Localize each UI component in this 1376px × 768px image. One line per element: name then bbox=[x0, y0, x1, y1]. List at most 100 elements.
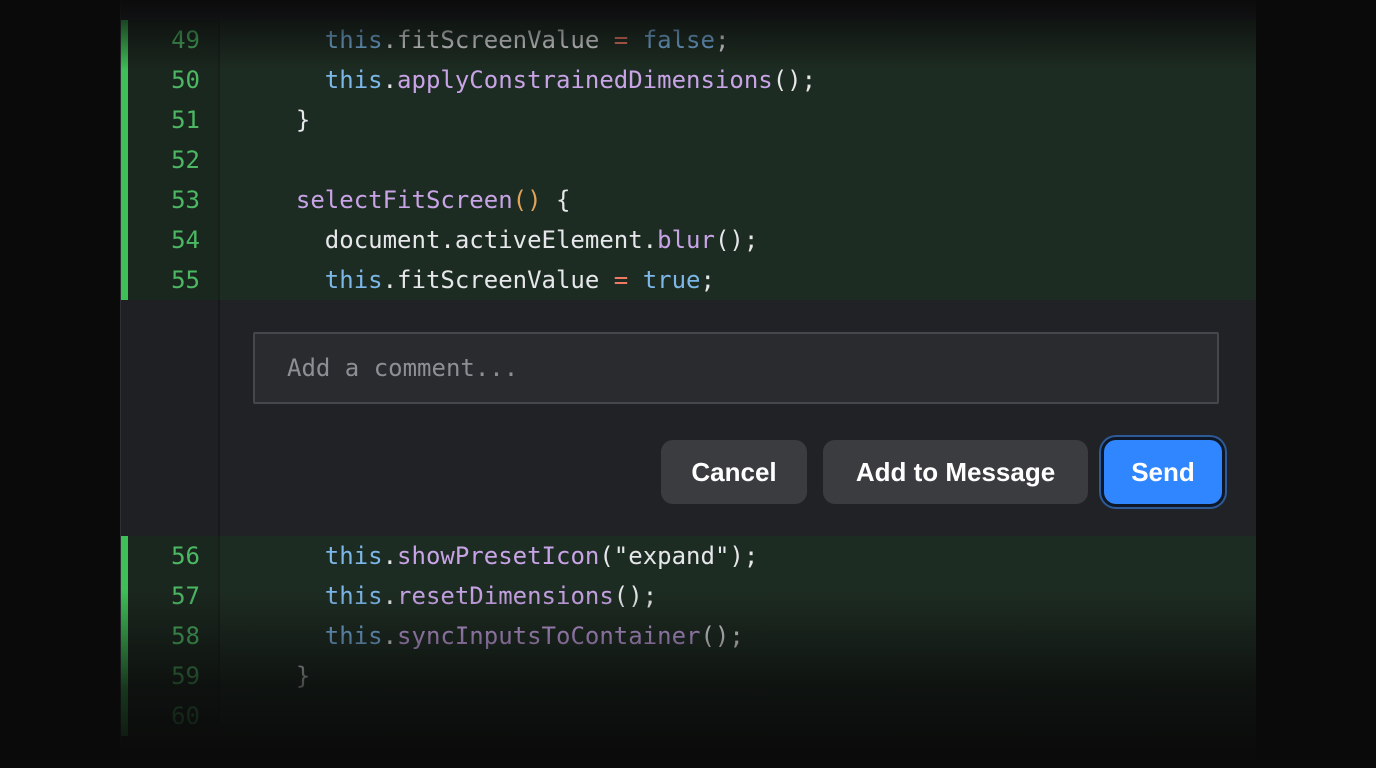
code-text: this.syncInputsToContainer(); bbox=[267, 616, 744, 656]
code-token: syncInputsToContainer bbox=[397, 622, 701, 650]
code-token: } bbox=[267, 106, 311, 134]
code-line: 55 this.fitScreenValue = true; bbox=[121, 260, 1257, 300]
comment-input[interactable] bbox=[253, 332, 1219, 404]
added-line-marker bbox=[121, 180, 128, 220]
code-line: 56 this.showPresetIcon("expand"); bbox=[121, 536, 1257, 576]
code-token: () bbox=[512, 186, 542, 214]
added-line-marker bbox=[121, 60, 128, 100]
line-number: 49 bbox=[171, 26, 200, 54]
code-line: 50 this.applyConstrainedDimensions(); bbox=[121, 60, 1257, 100]
code-text: this.applyConstrainedDimensions(); bbox=[267, 60, 816, 100]
line-number: 58 bbox=[171, 622, 200, 650]
left-dark-margin bbox=[0, 0, 120, 768]
code-token: showPresetIcon bbox=[397, 542, 600, 570]
code-line: 49 this.fitScreenValue = false; bbox=[121, 20, 1257, 60]
code-line: 58 this.syncInputsToContainer(); bbox=[121, 616, 1257, 656]
code-token: . bbox=[382, 542, 398, 570]
code-token: selectFitScreen bbox=[295, 186, 513, 214]
code-text: } bbox=[267, 100, 310, 140]
added-line-marker bbox=[121, 20, 128, 60]
added-line-marker bbox=[121, 656, 128, 696]
add-to-message-button[interactable]: Add to Message bbox=[823, 440, 1088, 504]
code-block-after-comment: 56 this.showPresetIcon("expand"); 57 this… bbox=[121, 536, 1257, 736]
code-text: document.activeElement.blur(); bbox=[267, 220, 759, 260]
code-token: this bbox=[324, 26, 383, 54]
line-number: 59 bbox=[171, 662, 200, 690]
code-token: blur bbox=[657, 226, 715, 254]
code-token: (); bbox=[613, 582, 658, 610]
code-token: .fitScreenValue bbox=[382, 266, 614, 294]
added-line-marker bbox=[121, 220, 128, 260]
right-dark-margin bbox=[1256, 0, 1376, 768]
code-token: . bbox=[382, 582, 398, 610]
send-button[interactable]: Send bbox=[1104, 440, 1222, 504]
added-line-marker bbox=[121, 140, 128, 180]
added-line-marker bbox=[121, 536, 128, 576]
code-token: document.activeElement. bbox=[267, 226, 658, 254]
code-text: this.fitScreenValue = true; bbox=[267, 260, 715, 300]
code-token: } bbox=[267, 662, 311, 690]
code-token: . bbox=[382, 66, 398, 94]
code-token: ; bbox=[700, 266, 715, 294]
code-text: this.fitScreenValue = false; bbox=[267, 20, 730, 60]
cancel-button[interactable]: Cancel bbox=[661, 440, 807, 504]
code-token: ("expand"); bbox=[599, 542, 759, 570]
code-line: 57 this.resetDimensions(); bbox=[121, 576, 1257, 616]
code-token: = bbox=[613, 26, 629, 54]
line-number: 54 bbox=[171, 226, 200, 254]
code-token: .fitScreenValue bbox=[382, 26, 614, 54]
code-token: = bbox=[613, 266, 629, 294]
code-editor: 49 this.fitScreenValue = false; 50 this.a… bbox=[120, 0, 1258, 768]
code-text: this.showPresetIcon("expand"); bbox=[267, 536, 759, 576]
added-line-marker bbox=[121, 616, 128, 656]
code-text: selectFitScreen() { bbox=[267, 180, 571, 220]
code-line: 51 } bbox=[121, 100, 1257, 140]
code-line: 53 selectFitScreen() { bbox=[121, 180, 1257, 220]
code-block-before-comment: 49 this.fitScreenValue = false; 50 this.a… bbox=[121, 20, 1257, 300]
added-line-marker bbox=[121, 576, 128, 616]
line-number: 52 bbox=[171, 146, 200, 174]
code-line: 52 bbox=[121, 140, 1257, 180]
code-token: { bbox=[541, 186, 571, 214]
comment-panel-gutter bbox=[121, 300, 220, 536]
code-token: (); bbox=[714, 226, 759, 254]
code-text: this.resetDimensions(); bbox=[267, 576, 657, 616]
code-line: 60 bbox=[121, 696, 1257, 736]
code-token: this bbox=[324, 622, 383, 650]
code-line: 59 } bbox=[121, 656, 1257, 696]
code-token: this bbox=[324, 66, 383, 94]
code-token: this bbox=[324, 266, 383, 294]
added-line-marker bbox=[121, 696, 128, 736]
code-token: . bbox=[382, 622, 398, 650]
inline-comment-panel: Cancel Add to Message Send bbox=[121, 300, 1257, 536]
line-number: 50 bbox=[171, 66, 200, 94]
code-token: this bbox=[324, 542, 383, 570]
code-line: 54 document.activeElement.blur(); bbox=[121, 220, 1257, 260]
code-text: } bbox=[267, 656, 310, 696]
code-token: this bbox=[324, 582, 383, 610]
code-token: (); bbox=[772, 66, 817, 94]
code-token: false bbox=[642, 26, 715, 54]
line-number: 56 bbox=[171, 542, 200, 570]
line-number: 57 bbox=[171, 582, 200, 610]
line-number: 51 bbox=[171, 106, 200, 134]
line-number: 55 bbox=[171, 266, 200, 294]
line-number: 53 bbox=[171, 186, 200, 214]
added-line-marker bbox=[121, 100, 128, 140]
line-number: 60 bbox=[171, 702, 200, 730]
code-token: applyConstrainedDimensions bbox=[397, 66, 773, 94]
code-token: true bbox=[642, 266, 701, 294]
code-token: ; bbox=[714, 26, 730, 54]
code-token: resetDimensions bbox=[397, 582, 614, 610]
added-line-marker bbox=[121, 260, 128, 300]
code-token: (); bbox=[700, 622, 744, 650]
